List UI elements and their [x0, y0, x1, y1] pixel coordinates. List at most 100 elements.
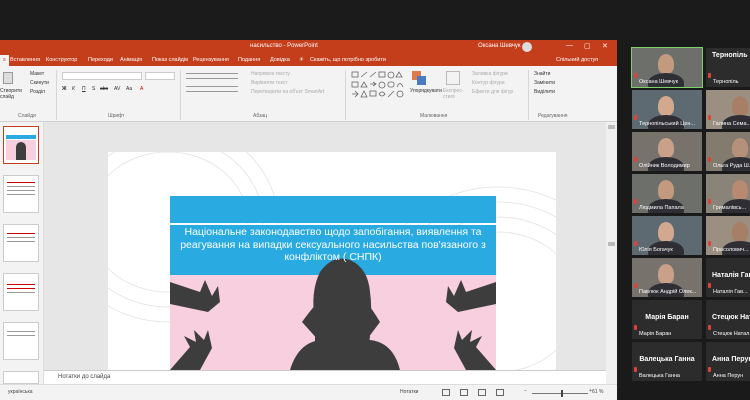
- tab-design[interactable]: Конструктор: [46, 57, 77, 63]
- new-slide-icon[interactable]: [3, 72, 13, 84]
- participant-tile[interactable]: Наталія Гав Наталія Гав...: [706, 258, 750, 297]
- avatar[interactable]: [522, 42, 532, 52]
- thumbnail-slide-2[interactable]: [3, 175, 39, 213]
- participant-tile[interactable]: Людмила Папала: [632, 174, 702, 213]
- participant-name: Наталія Гав...: [713, 289, 748, 295]
- minimize-button[interactable]: —: [566, 42, 573, 49]
- slide-canvas[interactable]: Національне законодавство щодо запобіган…: [108, 152, 556, 370]
- reading-view-icon[interactable]: [478, 389, 486, 396]
- case-button[interactable]: Aa: [126, 86, 132, 92]
- arrange-button[interactable]: Упорядкувати: [410, 88, 442, 94]
- tab-transitions[interactable]: Переходи: [88, 57, 113, 63]
- participant-tile[interactable]: Оксана Шевчук: [631, 47, 703, 88]
- participant-tile[interactable]: Грималівсь...: [706, 174, 750, 213]
- align-text-button[interactable]: Вирівняти текст: [251, 80, 288, 86]
- participant-name: Оксана Шевчук: [639, 79, 678, 85]
- tab-slideshow[interactable]: Показ слайдів: [152, 57, 188, 63]
- maximize-button[interactable]: ▢: [584, 42, 591, 50]
- shapes-gallery[interactable]: [350, 70, 405, 100]
- zoom-out-icon[interactable]: −: [524, 388, 527, 394]
- share-button[interactable]: Спільний доступ: [556, 57, 598, 63]
- layout-button[interactable]: Макет: [30, 71, 44, 77]
- thumbnail-slide-1[interactable]: [3, 126, 39, 164]
- zoom-level[interactable]: 61 %: [592, 389, 603, 395]
- quick-styles-button[interactable]: Експрес-стилі: [443, 88, 465, 100]
- participant-tile[interactable]: Валецька Ганна Валецька Ганна: [632, 342, 702, 381]
- participant-tile[interactable]: Стецюк Ната Стецюк Натал...: [706, 300, 750, 339]
- convert-smartart-button[interactable]: Перетворити на об'єкт SmartArt: [251, 89, 324, 95]
- participant-tile[interactable]: Ольга Руда Ш...: [706, 132, 750, 171]
- align-icons[interactable]: [186, 86, 238, 92]
- font-color-button[interactable]: A: [140, 86, 143, 92]
- participant-video: [732, 180, 748, 200]
- participant-big-name: Марія Баран: [645, 314, 689, 321]
- drawing-group-label: Малювання: [420, 113, 448, 119]
- find-button[interactable]: Знайти: [534, 71, 550, 77]
- vertical-scrollbar[interactable]: [606, 122, 617, 384]
- participant-tile[interactable]: Павлюк Андрій Олек...: [632, 258, 702, 297]
- section-button[interactable]: Розділ: [30, 89, 45, 95]
- list-icons[interactable]: [186, 73, 238, 79]
- font-name-box[interactable]: [62, 72, 142, 80]
- zoom-slider-thumb[interactable]: [561, 390, 563, 397]
- shape-fill-button[interactable]: Заливка фігури: [472, 71, 508, 77]
- participant-big-name: Наталія Гав: [712, 272, 750, 279]
- shadow-button[interactable]: S: [92, 86, 95, 92]
- thumbnail-slide-3[interactable]: [3, 224, 39, 262]
- notes-placeholder: Нотатки до слайда: [58, 374, 111, 380]
- participant-tile[interactable]: Прасолович...: [706, 216, 750, 255]
- tab-view[interactable]: Подання: [238, 57, 260, 63]
- participant-tile[interactable]: Анна Перун Анна Перун: [706, 342, 750, 381]
- notes-pane[interactable]: Нотатки до слайда: [44, 370, 606, 384]
- bold-button[interactable]: Ж: [62, 86, 67, 92]
- notes-button[interactable]: Нотатки: [400, 389, 418, 395]
- slide-title[interactable]: Національне законодавство щодо запобіган…: [180, 226, 486, 274]
- scroll-up-icon[interactable]: [608, 125, 615, 129]
- quick-styles-icon[interactable]: [446, 71, 460, 85]
- shape-effects-button[interactable]: Ефекти для фігур: [472, 89, 513, 95]
- tell-me-box[interactable]: Скажіть, що потрібно зробити: [310, 57, 386, 63]
- thumbnail-slide-6[interactable]: [3, 371, 39, 384]
- participant-tile[interactable]: Галина Сема...: [706, 90, 750, 129]
- slideshow-icon[interactable]: [496, 389, 504, 396]
- italic-button[interactable]: К: [72, 86, 75, 92]
- spacing-button[interactable]: AV: [114, 86, 120, 92]
- participant-name: Тернопіль: [713, 79, 739, 85]
- arrange-icon[interactable]: [412, 71, 426, 85]
- muted-mic-icon: [708, 157, 711, 162]
- participant-video: [658, 54, 674, 74]
- muted-mic-icon: [708, 367, 711, 372]
- slide-sorter-icon[interactable]: [460, 389, 468, 396]
- participant-tile[interactable]: Юлія Богачук: [632, 216, 702, 255]
- reset-button[interactable]: Скинути: [30, 80, 49, 86]
- scroll-down-icon[interactable]: [608, 242, 615, 246]
- thumbnail-slide-4[interactable]: [3, 273, 39, 311]
- thumbnail-slide-5[interactable]: [3, 322, 39, 360]
- muted-mic-icon: [708, 283, 711, 288]
- text-direction-button[interactable]: Напрямок тексту: [251, 71, 290, 77]
- editing-group-label: Редагування: [538, 113, 568, 119]
- tab-insert[interactable]: Вставлення: [10, 57, 40, 63]
- close-button[interactable]: ✕: [602, 42, 608, 50]
- underline-button[interactable]: П: [82, 86, 86, 92]
- tab-help[interactable]: Довідка: [270, 57, 290, 63]
- participant-big-name: Тернопіль: [712, 52, 748, 59]
- strike-button[interactable]: abc: [100, 86, 108, 92]
- new-slide-button[interactable]: Створити слайд: [0, 88, 22, 100]
- shape-outline-button[interactable]: Контур фігури: [472, 80, 504, 86]
- muted-mic-icon: [708, 199, 711, 204]
- replace-button[interactable]: Замінити: [534, 80, 555, 86]
- normal-view-icon[interactable]: [442, 389, 450, 396]
- select-button[interactable]: Виділити: [534, 89, 555, 95]
- participant-tile[interactable]: Олійник Володимир: [632, 132, 702, 171]
- font-size-box[interactable]: [145, 72, 175, 80]
- participant-tile[interactable]: Тернопільський Цен...: [632, 90, 702, 129]
- participant-tile[interactable]: Марія Баран Марія Баран: [632, 300, 702, 339]
- zoom-slider[interactable]: [532, 393, 588, 394]
- tab-animations[interactable]: Анімація: [120, 57, 142, 63]
- tab-home-partial[interactable]: s: [0, 55, 9, 66]
- tab-review[interactable]: Рецензування: [193, 57, 229, 63]
- participant-tile[interactable]: Тернопіль Тернопіль: [706, 48, 750, 87]
- language-indicator[interactable]: українська: [8, 389, 33, 395]
- user-name[interactable]: Оксана Шевчук: [478, 43, 521, 49]
